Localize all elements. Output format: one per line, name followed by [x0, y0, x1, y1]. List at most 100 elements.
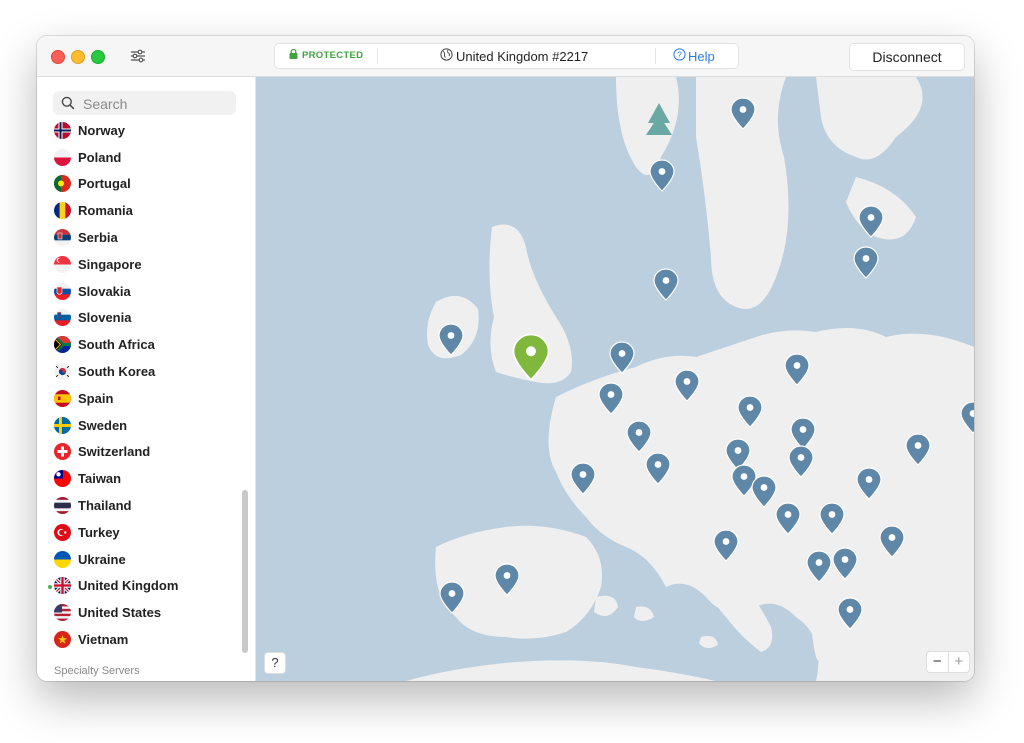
server-pin-icon[interactable]: [570, 462, 596, 495]
country-item-thailand[interactable]: Thailand: [37, 492, 247, 519]
country-name: Turkey: [78, 524, 120, 540]
server-pin-icon[interactable]: [832, 547, 858, 580]
country-item-south-africa[interactable]: South Africa: [37, 331, 247, 358]
server-pin-icon[interactable]: [837, 597, 863, 630]
serbia-flag-icon: [54, 229, 71, 247]
country-name: Taiwan: [78, 471, 122, 487]
protection-status: PROTECTED: [289, 48, 363, 62]
country-name: Serbia: [78, 230, 118, 246]
map-help-button[interactable]: ?: [264, 652, 286, 674]
country-name: South Korea: [78, 364, 156, 380]
help-link[interactable]: ? Help: [673, 48, 715, 64]
divider: [377, 48, 378, 64]
disconnect-button[interactable]: Disconnect: [849, 43, 965, 71]
maximize-window-button[interactable]: [91, 50, 105, 64]
server-pin-icon[interactable]: [819, 502, 845, 535]
taiwan-flag-icon: [54, 470, 71, 488]
country-item-south-korea[interactable]: South Korea: [37, 358, 247, 385]
country-item-serbia[interactable]: Serbia: [37, 224, 247, 251]
server-pin-icon[interactable]: [494, 563, 520, 596]
help-icon: ?: [673, 48, 686, 64]
server-pin-icon[interactable]: [730, 97, 756, 130]
server-pin-icon[interactable]: [879, 525, 905, 558]
country-name: Ukraine: [78, 551, 126, 567]
country-name: Sweden: [78, 417, 128, 433]
specialty-servers-heading: Specialty Servers: [54, 665, 140, 677]
country-name: Thailand: [78, 498, 132, 514]
country-item-portugal[interactable]: Portugal: [37, 171, 247, 198]
current-server: United Kingdom #2217: [440, 48, 588, 64]
server-pin-icon[interactable]: [737, 395, 763, 428]
country-item-switzerland[interactable]: Switzerland: [37, 439, 247, 466]
country-item-poland[interactable]: Poland: [37, 144, 247, 171]
server-pin-icon[interactable]: [905, 433, 931, 466]
server-pin-icon[interactable]: [775, 502, 801, 535]
map-landmass: [256, 77, 974, 681]
filter-icon[interactable]: [129, 48, 147, 64]
country-item-spain[interactable]: Spain: [37, 385, 247, 412]
country-name: Singapore: [78, 256, 142, 272]
connected-server-pin-icon[interactable]: [512, 333, 550, 382]
server-pin-icon[interactable]: [856, 467, 882, 500]
search-input[interactable]: [81, 93, 235, 115]
server-pin-icon[interactable]: [609, 341, 635, 374]
divider: [655, 48, 656, 64]
country-name: South Africa: [78, 337, 155, 353]
server-name: United Kingdom #2217: [456, 48, 589, 64]
connected-indicator: [48, 584, 52, 589]
close-window-button[interactable]: [51, 50, 65, 64]
server-pin-icon[interactable]: [858, 205, 884, 238]
server-pin-icon[interactable]: [439, 581, 465, 614]
country-item-united-states[interactable]: United States: [37, 599, 247, 626]
sidebar-scrollbar[interactable]: [242, 490, 248, 653]
country-item-singapore[interactable]: Singapore: [37, 251, 247, 278]
country-name: Slovakia: [78, 283, 131, 299]
server-pin-icon[interactable]: [653, 268, 679, 301]
norway-flag-icon: [54, 121, 71, 139]
server-pin-icon[interactable]: [626, 420, 652, 453]
country-item-turkey[interactable]: Turkey: [37, 519, 247, 546]
spain-flag-icon: [54, 389, 71, 407]
turkey-flag-icon: [54, 523, 71, 541]
switzerland-flag-icon: [54, 443, 71, 461]
server-pin-icon[interactable]: [960, 401, 974, 434]
zoom-in-button[interactable]: +: [949, 652, 970, 672]
zoom-out-button[interactable]: −: [927, 652, 949, 672]
server-pin-icon[interactable]: [598, 382, 624, 415]
server-pin-icon[interactable]: [649, 159, 675, 192]
server-pin-icon[interactable]: [788, 445, 814, 478]
country-item-sweden[interactable]: Sweden: [37, 412, 247, 439]
minimize-window-button[interactable]: [71, 50, 85, 64]
server-pin-icon[interactable]: [853, 246, 879, 279]
connection-status-bar: PROTECTED United Kingdom #2217 ? Help: [274, 43, 739, 69]
country-name: Switzerland: [78, 444, 151, 460]
lock-icon: [289, 48, 298, 62]
ukraine-flag-icon: [54, 550, 71, 568]
united-kingdom-flag-icon: [54, 577, 71, 595]
country-item-ukraine[interactable]: Ukraine: [37, 546, 247, 573]
server-pin-icon[interactable]: [806, 550, 832, 583]
country-item-romania[interactable]: Romania: [37, 197, 247, 224]
server-pin-icon[interactable]: [751, 475, 777, 508]
singapore-flag-icon: [54, 255, 71, 273]
globe-icon: [440, 48, 453, 64]
sidebar: Norway Poland Portugal Romania Serbia Singapo…: [37, 77, 256, 681]
thailand-flag-icon: [54, 497, 71, 515]
server-pin-icon[interactable]: [645, 452, 671, 485]
south-africa-flag-icon: [54, 336, 71, 354]
app-window: PROTECTED United Kingdom #2217 ? Help Di…: [37, 36, 974, 681]
server-pin-icon[interactable]: [438, 323, 464, 356]
server-map[interactable]: ? − +: [256, 77, 974, 681]
server-pin-icon[interactable]: [713, 529, 739, 562]
country-name: Vietnam: [78, 632, 129, 648]
country-item-slovenia[interactable]: Slovenia: [37, 305, 247, 332]
search-icon: [61, 96, 75, 115]
server-pin-icon[interactable]: [674, 369, 700, 402]
country-item-united-kingdom[interactable]: United Kingdom: [37, 573, 247, 600]
country-item-taiwan[interactable]: Taiwan: [37, 465, 247, 492]
server-pin-icon[interactable]: [784, 353, 810, 386]
country-item-vietnam[interactable]: Vietnam: [37, 626, 247, 653]
country-item-norway[interactable]: Norway: [37, 117, 247, 144]
slovakia-flag-icon: [54, 282, 71, 300]
country-item-slovakia[interactable]: Slovakia: [37, 278, 247, 305]
